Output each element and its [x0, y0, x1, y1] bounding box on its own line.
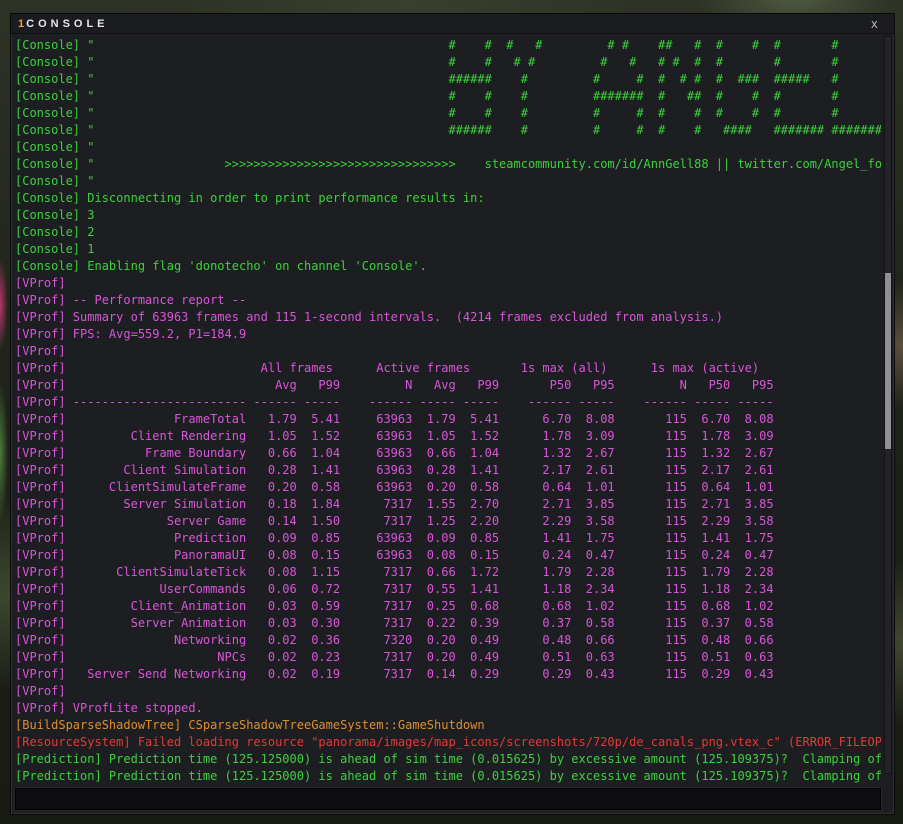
console-line: [VProf] Prediction 0.09 0.85 63963 0.09 …: [15, 530, 881, 547]
console-line: [VProf] ClientSimulateFrame 0.20 0.58 63…: [15, 479, 881, 496]
console-line: [VProf] PanoramaUI 0.08 0.15 63963 0.08 …: [15, 547, 881, 564]
console-line: [VProf] All frames Active frames 1s max …: [15, 360, 881, 377]
console-line: [Console] Disconnecting in order to prin…: [15, 190, 881, 207]
console-line: [VProf] Server Send Networking 0.02 0.19…: [15, 666, 881, 683]
console-line: [VProf]: [15, 343, 881, 360]
console-line: [VProf] Networking 0.02 0.36 7320 0.20 0…: [15, 632, 881, 649]
console-line: [Console] " ###### # # # # # # # ### ###…: [15, 71, 881, 88]
console-line: [VProf] UserCommands 0.06 0.72 7317 0.55…: [15, 581, 881, 598]
console-line: [Console] " ###### # # # # # #### ######…: [15, 122, 881, 139]
console-line: [Prediction] Prediction time (125.125000…: [15, 768, 881, 785]
console-line: [VProf] FPS: Avg=559.2, P1=184.9: [15, 326, 881, 343]
console-line: [VProf]: [15, 683, 881, 700]
console-count-badge: 1: [18, 18, 25, 30]
console-line: [VProf]: [15, 275, 881, 292]
console-line: [Console] " # # # # # # ## # # # # #: [15, 37, 881, 54]
console-input-row: [15, 788, 881, 810]
console-line: [Console] ": [15, 139, 881, 156]
console-line: [VProf] Frame Boundary 0.66 1.04 63963 0…: [15, 445, 881, 462]
console-line: [Console] ": [15, 173, 881, 190]
console-output[interactable]: [Console] " # # # # # # ## # # # # #[Con…: [15, 34, 881, 790]
console-line: [Console] " # # # # # # # # # # #: [15, 105, 881, 122]
scrollbar-thumb[interactable]: [885, 273, 891, 450]
console-line: [VProf] ClientSimulateTick 0.08 1.15 731…: [15, 564, 881, 581]
console-line: [BuildSparseShadowTree] CSparseShadowTre…: [15, 717, 881, 734]
console-line: [Console] 2: [15, 224, 881, 241]
console-line: [VProf] Client Simulation 0.28 1.41 6396…: [15, 462, 881, 479]
console-line: [Console] 1: [15, 241, 881, 258]
console-line: [VProf] Server Simulation 0.18 1.84 7317…: [15, 496, 881, 513]
console-line: [Console] " >>>>>>>>>>>>>>>>>>>>>>>>>>>>…: [15, 156, 881, 173]
console-line: [VProf] VProfLite stopped.: [15, 700, 881, 717]
console-line: [VProf] Client Rendering 1.05 1.52 63963…: [15, 428, 881, 445]
console-line: [VProf] Summary of 63963 frames and 115 …: [15, 309, 881, 326]
console-line: [ResourceSystem] Failed loading resource…: [15, 734, 881, 751]
console-line: [Console] " # # # ####### # ## # # # #: [15, 88, 881, 105]
console-window: 1 CONSOLE x [Console] " # # # # # # ## #…: [10, 13, 895, 815]
console-input[interactable]: [16, 789, 880, 809]
console-line: [VProf] Avg P99 N Avg P99 P50 P95 N P50 …: [15, 377, 881, 394]
console-line: [VProf] Server Game 0.14 1.50 7317 1.25 …: [15, 513, 881, 530]
console-line: [VProf] ------------------------ ------ …: [15, 394, 881, 411]
scrollbar[interactable]: [884, 36, 892, 774]
console-line: [Console] Enabling flag 'donotecho' on c…: [15, 258, 881, 275]
console-line: [Console] 3: [15, 207, 881, 224]
console-titlebar[interactable]: 1 CONSOLE x: [11, 14, 894, 34]
console-line: [VProf] Server Animation 0.03 0.30 7317 …: [15, 615, 881, 632]
console-line: [VProf] -- Performance report --: [15, 292, 881, 309]
console-line: [VProf] NPCs 0.02 0.23 7317 0.20 0.49 0.…: [15, 649, 881, 666]
console-line: [VProf] Client_Animation 0.03 0.59 7317 …: [15, 598, 881, 615]
close-button[interactable]: x: [871, 17, 878, 31]
console-line: [Console] " # # # # # # # # # # # #: [15, 54, 881, 71]
console-line: [VProf] FrameTotal 1.79 5.41 63963 1.79 …: [15, 411, 881, 428]
console-line: [Prediction] Prediction time (125.125000…: [15, 751, 881, 768]
window-title: CONSOLE: [26, 18, 108, 30]
